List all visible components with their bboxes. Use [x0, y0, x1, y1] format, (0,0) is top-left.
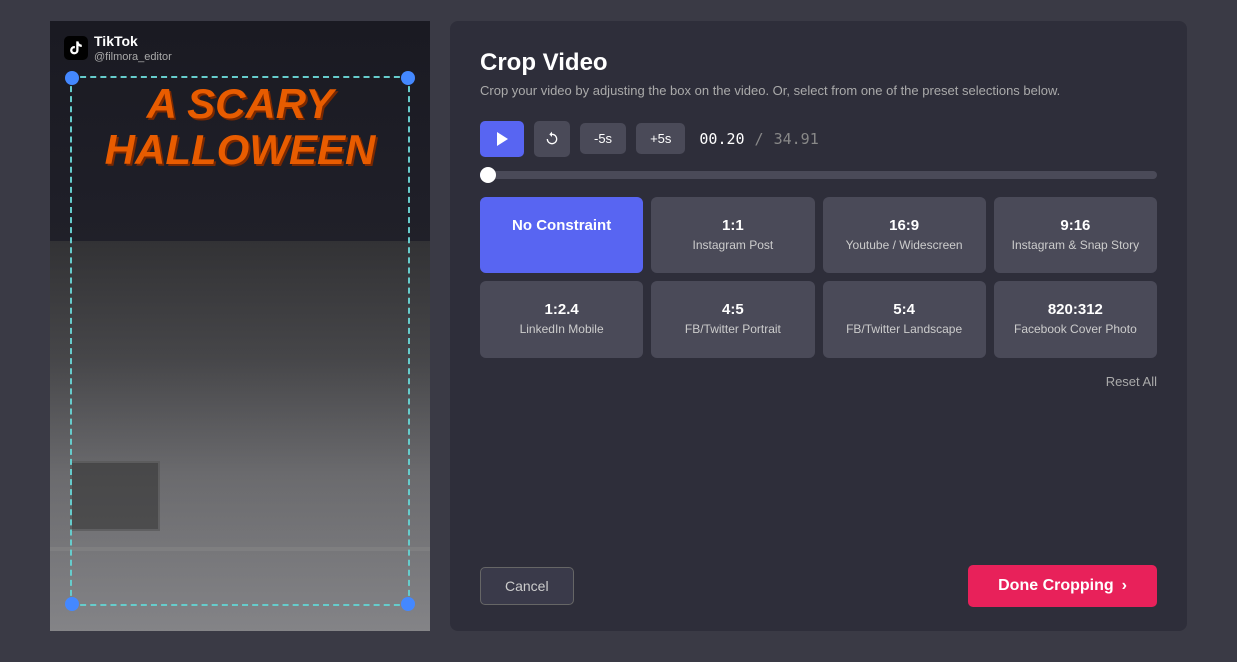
preset-name-5-4: FB/Twitter Landscape [835, 322, 974, 338]
playback-controls: -5s +5s 00.20 / 34.91 [480, 121, 1157, 157]
preset-ratio-no-constraint: No Constraint [492, 217, 631, 234]
tiktok-header: TikTok @filmora_editor [64, 33, 172, 63]
preset-ratio-820-312: 820:312 [1006, 301, 1145, 318]
preset-ratio-5-4: 5:4 [835, 301, 974, 318]
plus5-button[interactable]: +5s [636, 123, 685, 154]
preset-name-1-2-4: LinkedIn Mobile [492, 322, 631, 338]
desk-decoration [50, 547, 430, 551]
halloween-title: A SCARY HALLOWEEN [50, 81, 430, 173]
preset-ratio-1-1: 1:1 [663, 217, 802, 234]
preset-item-1-1[interactable]: 1:1 Instagram Post [651, 197, 814, 274]
panel-title: Crop Video [480, 49, 1157, 77]
main-container: TikTok @filmora_editor A SCARY HALLOWEEN [50, 21, 1187, 641]
tiktok-logo-icon [64, 36, 88, 60]
preset-ratio-9-16: 9:16 [1006, 217, 1145, 234]
preset-name-1-1: Instagram Post [663, 238, 802, 254]
preset-name-9-16: Instagram & Snap Story [1006, 238, 1145, 254]
preset-item-4-5[interactable]: 4:5 FB/Twitter Portrait [651, 281, 814, 358]
preset-item-no-constraint[interactable]: No Constraint [480, 197, 643, 274]
preset-name-820-312: Facebook Cover Photo [1006, 322, 1145, 338]
preset-name-4-5: FB/Twitter Portrait [663, 322, 802, 338]
tiktok-name: TikTok [94, 33, 138, 49]
preset-item-16-9[interactable]: 16:9 Youtube / Widescreen [823, 197, 986, 274]
minus5-button[interactable]: -5s [580, 123, 626, 154]
right-panel: Crop Video Crop your video by adjusting … [450, 21, 1187, 631]
play-button[interactable] [480, 121, 524, 157]
current-time: 00.20 [699, 130, 744, 148]
preset-ratio-16-9: 16:9 [835, 217, 974, 234]
done-chevron-icon: › [1122, 577, 1127, 595]
reset-all-button[interactable]: Reset All [1106, 370, 1157, 393]
preset-name-16-9: Youtube / Widescreen [835, 238, 974, 254]
progress-bar[interactable] [480, 171, 1157, 179]
preset-ratio-1-2-4: 1:2.4 [492, 301, 631, 318]
preset-item-9-16[interactable]: 9:16 Instagram & Snap Story [994, 197, 1157, 274]
monitor-decoration [70, 461, 160, 531]
video-panel: TikTok @filmora_editor A SCARY HALLOWEEN [50, 21, 430, 631]
panel-subtitle: Crop your video by adjusting the box on … [480, 81, 1157, 101]
reset-row: Reset All [480, 370, 1157, 393]
preset-item-1-2-4[interactable]: 1:2.4 LinkedIn Mobile [480, 281, 643, 358]
done-cropping-button[interactable]: Done Cropping › [968, 565, 1157, 607]
preset-grid: No Constraint 1:1 Instagram Post 16:9 Youtub… [480, 197, 1157, 358]
preset-ratio-4-5: 4:5 [663, 301, 802, 318]
panel-header: Crop Video Crop your video by adjusting … [480, 49, 1157, 101]
video-content: TikTok @filmora_editor A SCARY HALLOWEEN [50, 21, 430, 631]
reset-button[interactable] [534, 121, 570, 157]
tiktok-handle: @filmora_editor [94, 51, 172, 63]
total-time: 34.91 [774, 130, 819, 148]
done-label: Done Cropping [998, 577, 1114, 595]
footer-row: Cancel Done Cropping › [480, 565, 1157, 607]
preset-item-820-312[interactable]: 820:312 Facebook Cover Photo [994, 281, 1157, 358]
preset-item-5-4[interactable]: 5:4 FB/Twitter Landscape [823, 281, 986, 358]
tiktok-info: TikTok @filmora_editor [94, 33, 172, 63]
video-background [50, 241, 430, 631]
progress-thumb[interactable] [480, 167, 496, 183]
halloween-overlay: A SCARY HALLOWEEN [50, 81, 430, 173]
time-separator: / [755, 130, 764, 148]
cancel-button[interactable]: Cancel [480, 567, 574, 605]
